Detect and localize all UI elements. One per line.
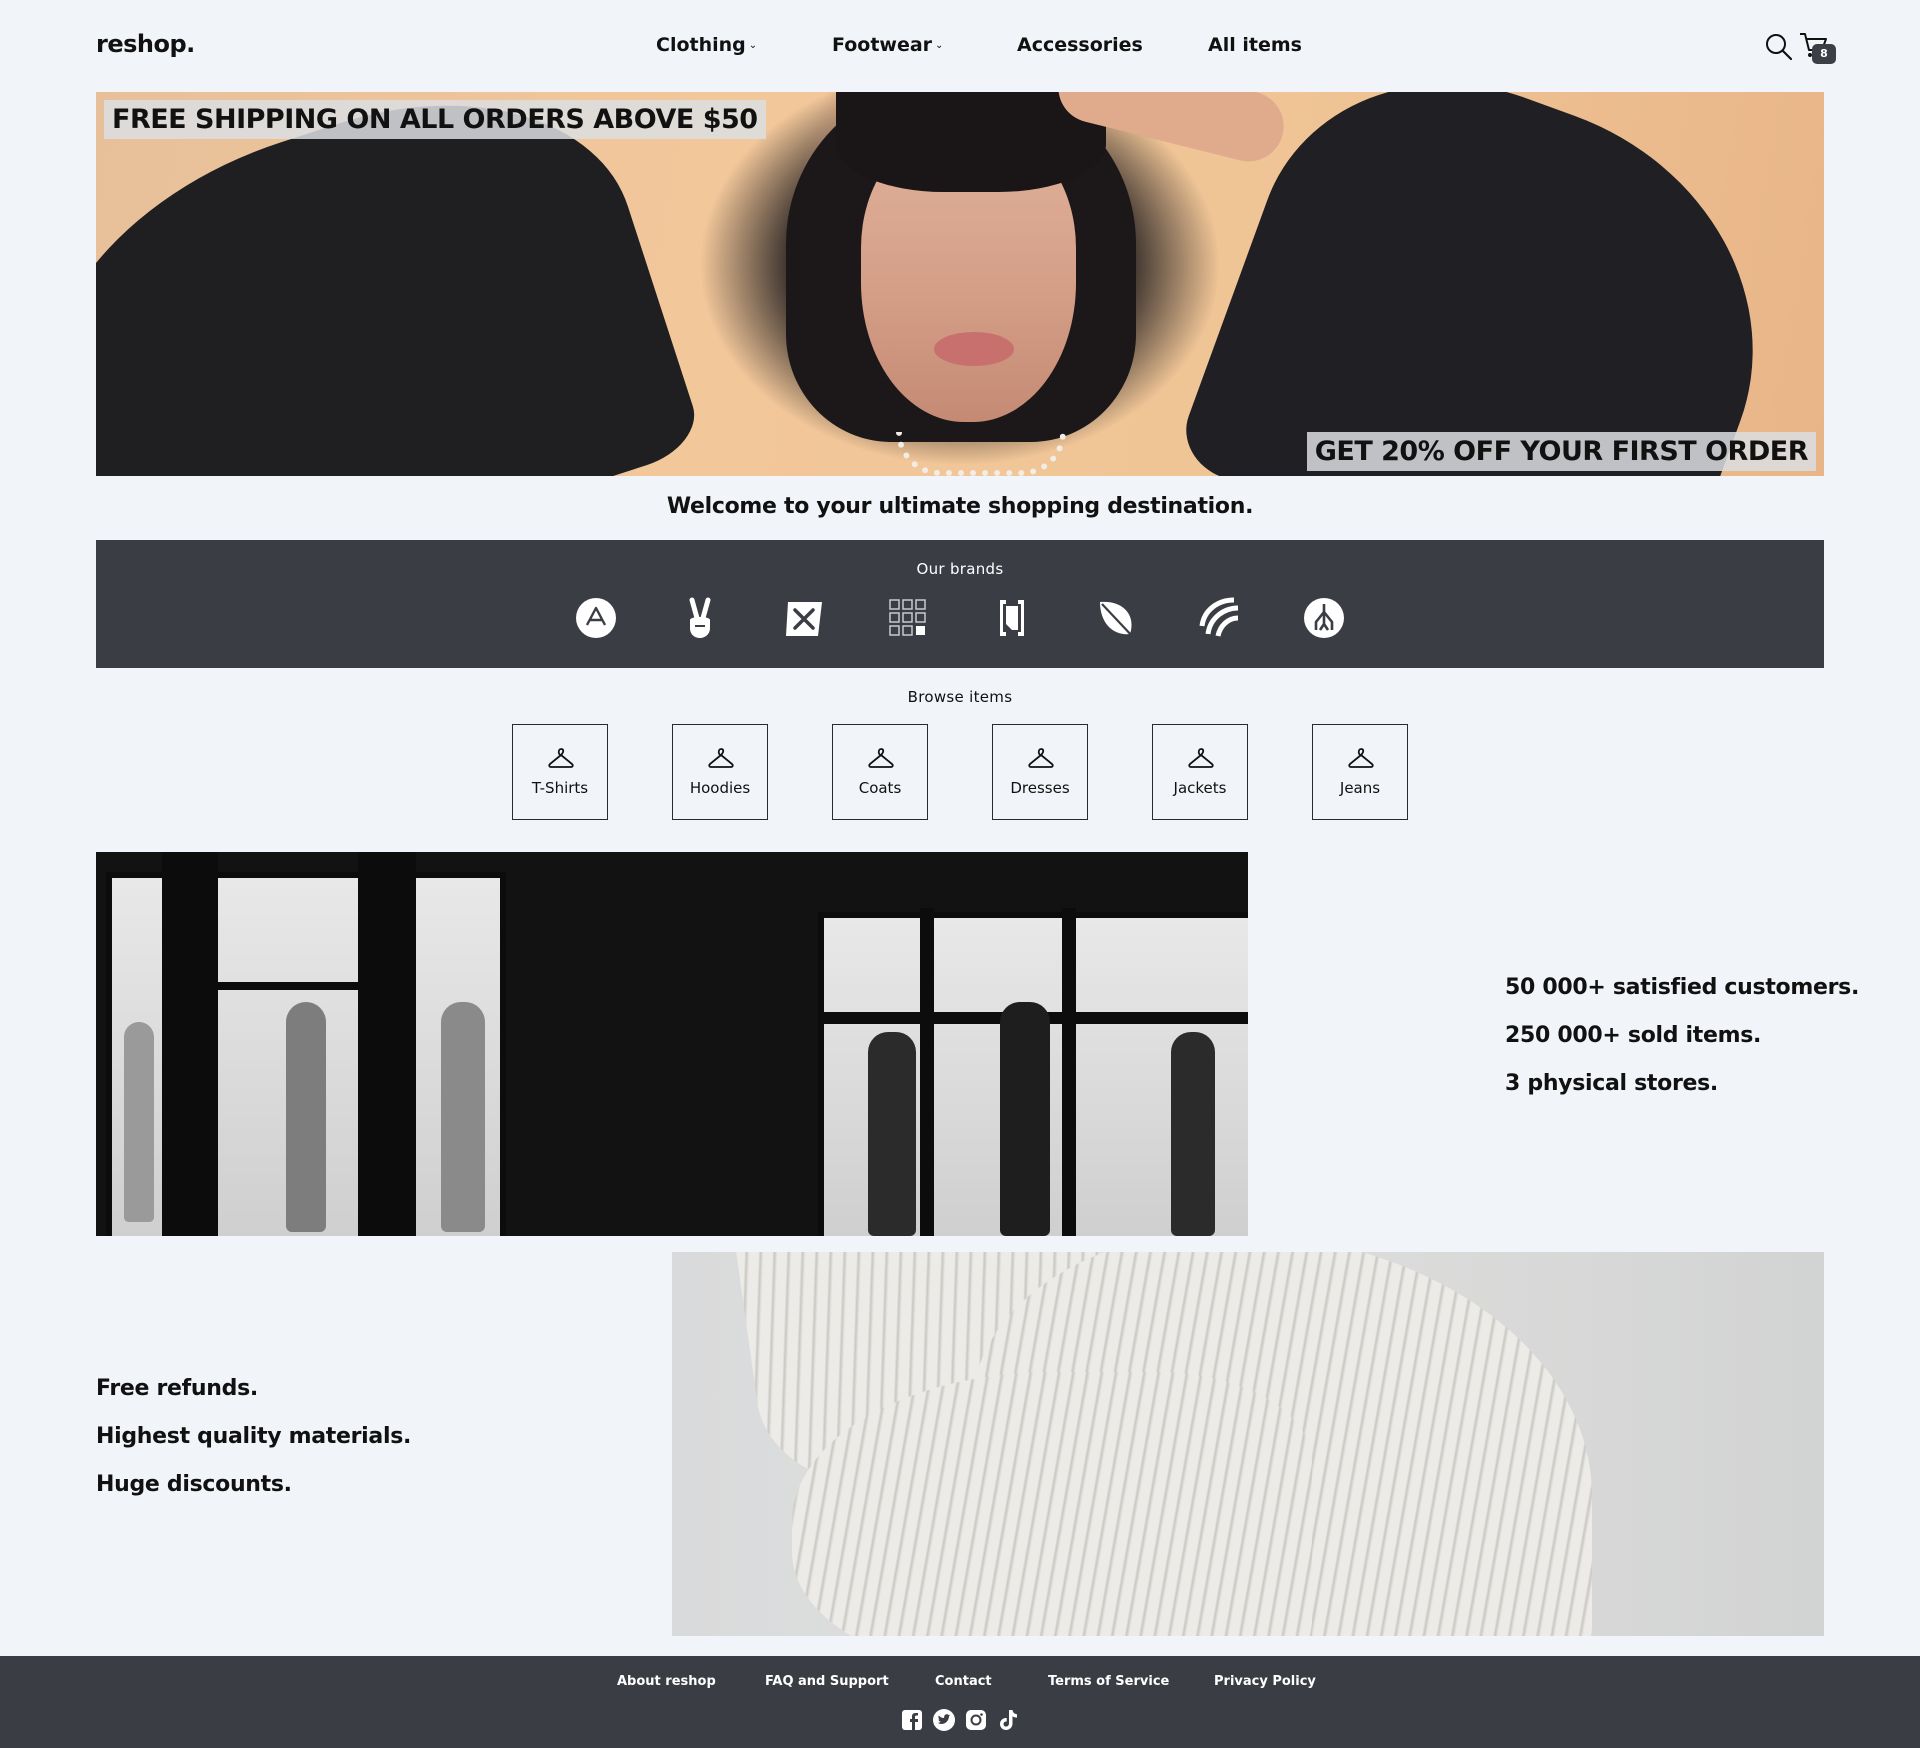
feature-free-refunds: Free refunds. <box>96 1376 258 1401</box>
store-window-frame <box>216 982 366 990</box>
category-label: Coats <box>858 779 902 797</box>
hero-photo-detail <box>96 92 706 476</box>
category-tile-coats[interactable]: Coats <box>832 724 928 820</box>
category-label: T-Shirts <box>531 779 589 797</box>
category-tile-tshirts[interactable]: T-Shirts <box>512 724 608 820</box>
tiktok-icon[interactable] <box>996 1708 1020 1732</box>
hanger-icon <box>1188 748 1214 768</box>
sweater-image <box>672 1252 1824 1636</box>
hanger-icon <box>1348 748 1374 768</box>
category-label: Jeans <box>1339 779 1381 797</box>
mannequin <box>1000 1002 1050 1236</box>
crossed-tools-icon[interactable] <box>782 596 826 640</box>
feature-discounts: Huge discounts. <box>96 1472 292 1497</box>
store-window-frame <box>162 852 218 1236</box>
footer-link-terms[interactable]: Terms of Service <box>1048 1674 1169 1689</box>
facebook-icon[interactable] <box>900 1708 924 1732</box>
feature-quality-materials: Highest quality materials. <box>96 1424 412 1449</box>
category-label: Dresses <box>1010 779 1070 797</box>
store-window-frame <box>920 908 934 1236</box>
mannequin <box>286 1002 326 1232</box>
store-window-frame <box>358 852 416 1236</box>
hero-photo-detail <box>896 432 1066 476</box>
bracket-logo-icon[interactable] <box>990 596 1034 640</box>
grid-squares-icon[interactable] <box>886 596 930 640</box>
site-footer: About reshop FAQ and Support Contact Ter… <box>0 1656 1920 1748</box>
category-tile-jeans[interactable]: Jeans <box>1312 724 1408 820</box>
category-label: Jackets <box>1173 779 1227 797</box>
hanger-icon <box>1028 748 1054 768</box>
chevron-down-icon: ⌄ <box>748 40 758 51</box>
footer-link-faq[interactable]: FAQ and Support <box>765 1674 889 1689</box>
stat-sold-items: 250 000+ sold items. <box>1505 1023 1762 1048</box>
brand-a-circle-icon[interactable] <box>574 596 618 640</box>
chevron-down-icon: ⌄ <box>935 40 944 51</box>
category-tile-hoodies[interactable]: Hoodies <box>672 724 768 820</box>
nav-all-items[interactable]: All items <box>1208 34 1302 56</box>
mannequin <box>868 1032 916 1236</box>
search-icon[interactable] <box>1764 32 1794 62</box>
nav-clothing-label: Clothing <box>656 34 746 56</box>
category-tile-jackets[interactable]: Jackets <box>1152 724 1248 820</box>
welcome-heading: Welcome to your ultimate shopping destin… <box>666 494 1254 519</box>
tree-circle-icon[interactable] <box>1302 596 1346 640</box>
footer-link-about[interactable]: About reshop <box>617 1674 716 1689</box>
hanger-icon <box>708 748 734 768</box>
footer-link-contact[interactable]: Contact <box>935 1674 992 1689</box>
site-logo[interactable]: reshop. <box>96 30 195 58</box>
twitter-icon[interactable] <box>932 1708 956 1732</box>
browse-title: Browse items <box>907 688 1013 706</box>
footer-link-privacy[interactable]: Privacy Policy <box>1214 1674 1316 1689</box>
category-tile-dresses[interactable]: Dresses <box>992 724 1088 820</box>
hanger-icon <box>868 748 894 768</box>
nav-accessories[interactable]: Accessories <box>1017 34 1143 56</box>
mannequin <box>1171 1032 1215 1236</box>
stat-customers: 50 000+ satisfied customers. <box>1505 975 1859 1000</box>
hero-photo-detail <box>934 332 1014 366</box>
brands-title: Our brands <box>916 560 1004 578</box>
leaf-icon[interactable] <box>1094 596 1138 640</box>
first-order-discount-promo: GET 20% OFF YOUR FIRST ORDER <box>1306 432 1816 471</box>
store-window-frame <box>1062 908 1076 1236</box>
brands-panel: Our brands <box>96 540 1824 668</box>
category-label: Hoodies <box>689 779 751 797</box>
mannequin <box>441 1002 485 1232</box>
store-windows-image <box>96 852 1248 1236</box>
stat-stores: 3 physical stores. <box>1505 1071 1718 1096</box>
mannequin <box>124 1022 154 1222</box>
peace-hand-icon[interactable] <box>678 596 722 640</box>
swirl-stripes-icon[interactable] <box>1198 596 1242 640</box>
cart-count-badge: 8 <box>1812 44 1836 64</box>
hanger-icon <box>548 748 574 768</box>
instagram-icon[interactable] <box>964 1708 988 1732</box>
site-header: reshop. Clothing ⌄ Footwear ⌄ Accessories … <box>0 0 1920 92</box>
nav-footwear[interactable]: Footwear ⌄ <box>832 34 943 56</box>
hero-banner[interactable]: FREE SHIPPING ON ALL ORDERS ABOVE $50 GE… <box>96 92 1824 476</box>
free-shipping-promo: FREE SHIPPING ON ALL ORDERS ABOVE $50 <box>104 100 766 139</box>
nav-clothing[interactable]: Clothing ⌄ <box>656 34 757 56</box>
nav-footwear-label: Footwear <box>832 34 933 56</box>
